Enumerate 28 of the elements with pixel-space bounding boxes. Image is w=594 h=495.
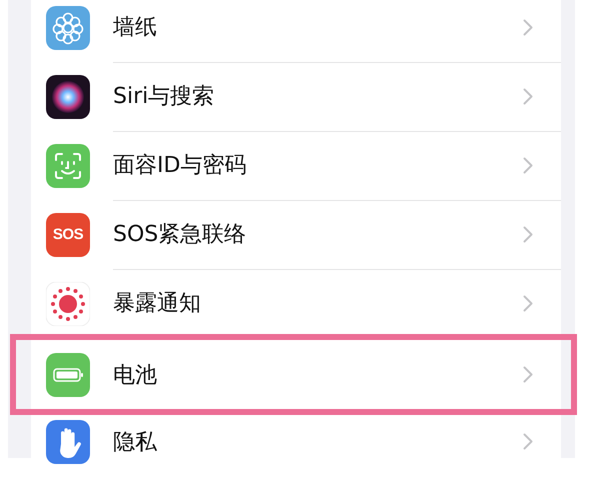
sun-dots-icon: [46, 282, 90, 326]
battery-icon: [46, 352, 90, 396]
settings-row[interactable]: 暴露通知: [31, 269, 561, 338]
setting-label: 面容ID与密码: [113, 152, 246, 180]
chevron-icon: [523, 433, 533, 450]
settings-row[interactable]: 面容ID与密码: [31, 131, 561, 200]
setting-label: 隐私: [113, 428, 157, 456]
chevron-icon: [523, 226, 533, 242]
sos-icon: SOS: [46, 212, 90, 256]
setting-label: Siri与搜索: [113, 83, 214, 111]
face-scan-icon: [46, 144, 90, 188]
chevron-icon: [523, 156, 533, 174]
settings-row[interactable]: 墙纸: [31, 0, 561, 62]
setting-label: SOS紧急联络: [113, 221, 246, 249]
chevron-icon: [523, 88, 533, 104]
settings-row[interactable]: Siri与搜索: [31, 62, 561, 131]
settings-row[interactable]: SOS SOS紧急联络: [31, 200, 561, 269]
hand-icon: [46, 420, 90, 464]
chevron-icon: [523, 294, 533, 312]
flower-icon: [46, 6, 90, 50]
settings-row[interactable]: 隐私: [31, 407, 561, 476]
settings-row[interactable]: 电池: [31, 340, 561, 409]
setting-label: 电池: [113, 362, 157, 390]
siri-orb-icon: [46, 74, 90, 118]
setting-label: 墙纸: [113, 14, 157, 42]
chevron-icon: [523, 18, 533, 36]
setting-label: 暴露通知: [113, 290, 201, 318]
chevron-icon: [523, 366, 533, 383]
